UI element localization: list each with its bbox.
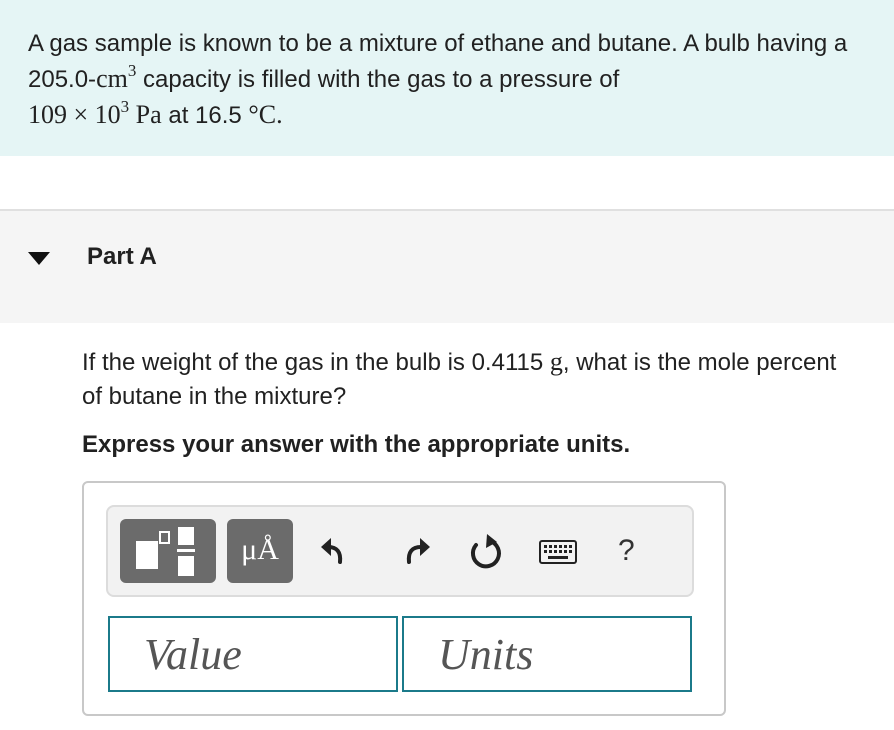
pressure-exponent: 3 xyxy=(120,97,130,116)
mass-unit: g xyxy=(549,347,563,376)
part-a-header[interactable]: Part A xyxy=(0,209,894,323)
part-title[interactable]: Part A xyxy=(87,243,157,271)
intro-period: . xyxy=(276,100,283,129)
help-icon[interactable]: ? xyxy=(618,531,635,571)
undo-icon[interactable] xyxy=(318,532,354,572)
pressure-unit: Pa xyxy=(129,100,162,129)
volume-unit: cm3 xyxy=(96,62,136,93)
units-placeholder: Units xyxy=(438,630,534,679)
pressure-value: 109 × 103 Pa xyxy=(28,97,162,129)
volume-unit-base: cm xyxy=(96,64,128,93)
pressure-mantissa: 109 × 10 xyxy=(28,100,121,129)
question-text-start: If the weight of the gas in the bulb is … xyxy=(82,349,550,376)
units-input[interactable]: Units xyxy=(402,616,692,692)
templates-icon xyxy=(136,527,195,576)
value-input[interactable]: Value xyxy=(108,616,398,692)
problem-intro: A gas sample is known to be a mixture of… xyxy=(0,0,894,156)
answer-box: μÅ ? Value Units xyxy=(82,481,726,716)
question-text: If the weight of the gas in the bulb is … xyxy=(82,345,842,414)
intro-text-continued: capacity is filled with the gas to a pre… xyxy=(136,66,620,93)
reset-icon[interactable] xyxy=(467,532,503,572)
math-toolbar: μÅ ? xyxy=(106,505,694,597)
keyboard-icon[interactable] xyxy=(538,532,578,572)
answer-instruction: Express your answer with the appropriate… xyxy=(82,431,631,458)
temperature-unit: °C xyxy=(248,100,277,129)
redo-icon[interactable] xyxy=(397,532,433,572)
intro-text-temperature: at 16.5 xyxy=(161,102,249,129)
value-placeholder: Value xyxy=(144,630,242,679)
collapse-caret-icon[interactable] xyxy=(28,252,50,265)
units-button[interactable]: μÅ xyxy=(227,519,293,583)
units-icon: μÅ xyxy=(241,533,279,566)
templates-button[interactable] xyxy=(120,519,216,583)
